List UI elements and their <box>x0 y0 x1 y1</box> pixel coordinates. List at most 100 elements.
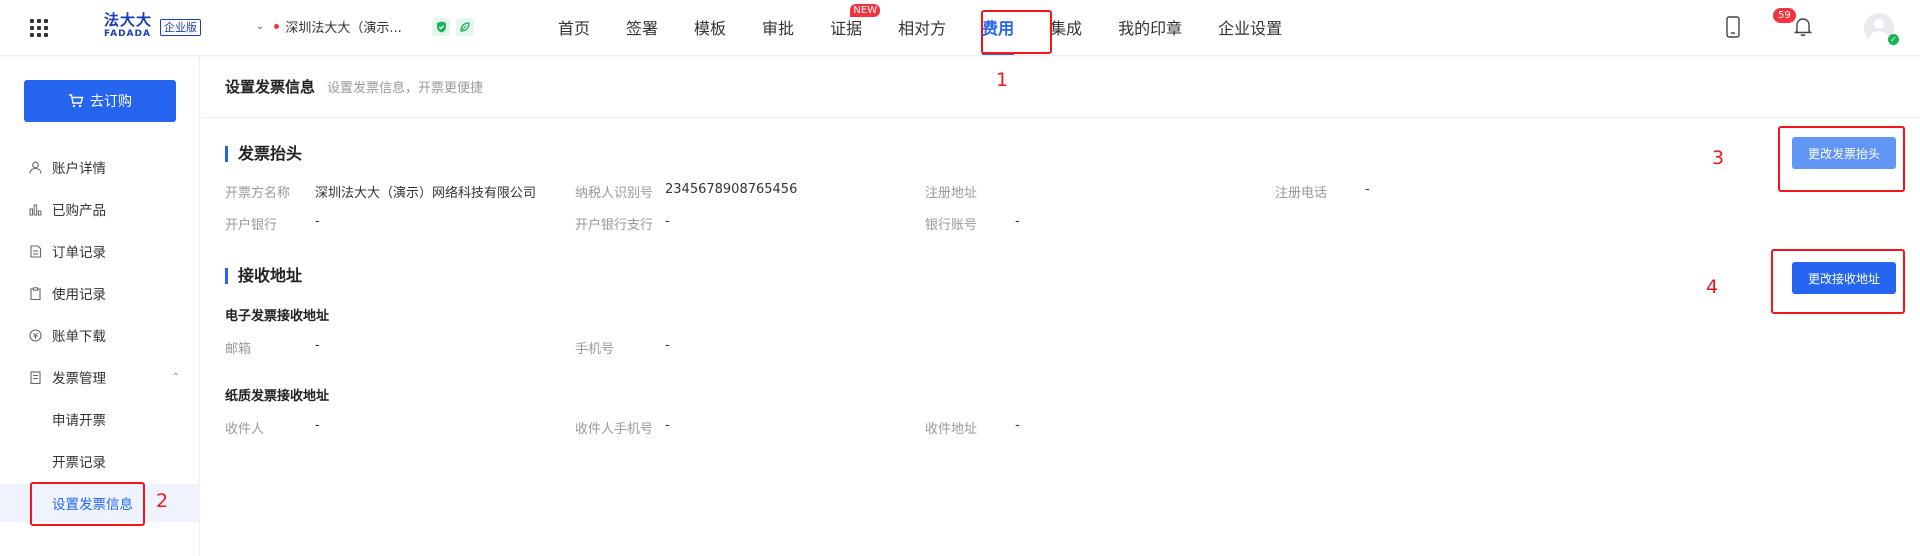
field-value: - <box>665 338 670 353</box>
main-content: 设置发票信息 设置发票信息，开票更便捷 发票抬头 开票方名称 深圳法大大（演示）… <box>201 56 1920 556</box>
sidebar-item-label: 申请开票 <box>52 413 106 429</box>
nav-counterparty[interactable]: 相对方 <box>880 0 964 56</box>
field-key: 收件地址 <box>925 422 978 437</box>
field-value: - <box>315 214 320 229</box>
page-title: 设置发票信息 <box>225 78 316 96</box>
bill-icon <box>28 328 42 342</box>
nav-approval[interactable]: 审批 <box>744 0 812 56</box>
nav-label: 企业设置 <box>1218 19 1283 38</box>
user-icon <box>28 160 42 174</box>
field-value: - <box>315 418 320 433</box>
annotation-box-2 <box>30 482 145 526</box>
nav-label: 证据 <box>830 19 863 38</box>
address-field: 邮箱 - <box>225 338 320 357</box>
sidebar-item-label: 账单下载 <box>52 329 106 345</box>
clipboard-icon <box>28 286 42 300</box>
status-dot-icon <box>274 24 280 29</box>
field-key: 收件人手机号 <box>575 422 654 437</box>
invoice-field: 开票方名称 深圳法大大（演示）网络科技有限公司 <box>225 182 536 201</box>
leaf-icon[interactable] <box>456 18 474 36</box>
nav-my-seals[interactable]: 我的印章 <box>1100 0 1200 56</box>
annotation-box-3 <box>1778 126 1905 192</box>
bell-icon[interactable] <box>1793 17 1813 41</box>
field-key: 邮箱 <box>225 342 252 357</box>
sidebar-item-usage-records[interactable]: 使用记录 <box>0 274 200 312</box>
sidebar-item-label: 订单记录 <box>52 245 106 261</box>
sidebar-item-invoice-management[interactable]: 发票管理 ⌃ <box>0 358 200 396</box>
field-key: 注册电话 <box>1275 186 1328 201</box>
nav-evidence[interactable]: 证据 NEW <box>812 0 881 56</box>
sidebar-item-label: 账户详情 <box>52 161 106 177</box>
cart-icon <box>69 94 84 108</box>
verified-shield-icon[interactable] <box>432 18 450 36</box>
address-field: 手机号 - <box>575 338 670 357</box>
field-value: - <box>665 214 670 229</box>
nav-label: 模板 <box>694 19 727 38</box>
notification-count-badge: 59 <box>1773 8 1796 23</box>
nav-label: 签署 <box>626 19 659 38</box>
electronic-address-title: 电子发票接收地址 <box>225 309 330 324</box>
sidebar-item-bill-download[interactable]: 账单下载 <box>0 316 200 354</box>
invoice-field: 银行账号 - <box>925 214 1020 233</box>
invoice-field: 注册电话 - <box>1275 182 1370 201</box>
nav-label: 集成 <box>1050 19 1083 38</box>
main-nav: 首页 签署 模板 审批 证据 NEW 相对方 费用 集成 我的印章 企业设置 <box>540 0 1300 56</box>
nav-template[interactable]: 模板 <box>676 0 744 56</box>
nav-sign[interactable]: 签署 <box>608 0 676 56</box>
field-key: 开户银行 <box>225 218 278 233</box>
chevron-up-icon[interactable]: ⌃ <box>172 372 180 383</box>
edition-badge: 企业版 <box>160 19 201 36</box>
sidebar: 去订购 账户详情 已购产品 订单记录 使用记录 账单下载 发票管理 ⌃ 申请开票… <box>0 56 200 556</box>
field-key: 纳税人识别号 <box>575 186 654 201</box>
field-value: 2345678908765456 <box>665 182 798 197</box>
address-field: 收件人手机号 - <box>575 418 670 437</box>
annotation-number-3: 3 <box>1712 147 1725 169</box>
sidebar-item-invoice-records[interactable]: 开票记录 <box>0 442 200 480</box>
address-field: 收件人 - <box>225 418 320 437</box>
field-value: - <box>1015 214 1020 229</box>
chevron-down-icon: ⌄ <box>256 21 265 32</box>
nav-label: 相对方 <box>898 19 947 38</box>
sidebar-item-order-records[interactable]: 订单记录 <box>0 232 200 270</box>
field-value: - <box>1365 182 1370 197</box>
annotation-number-1: 1 <box>996 69 1009 91</box>
sidebar-item-label: 发票管理 <box>52 371 106 387</box>
top-bar: 法大大 FADADA 企业版 ⌄ 深圳法大大（演示... 首页 签署 模板 审批… <box>0 0 1920 56</box>
sidebar-item-account-details[interactable]: 账户详情 <box>0 148 200 186</box>
nav-label: 审批 <box>762 19 795 38</box>
mobile-icon[interactable] <box>1726 16 1740 42</box>
invoice-field: 开户银行 - <box>225 214 320 233</box>
nav-label: 我的印章 <box>1118 19 1183 38</box>
field-key: 开票方名称 <box>225 186 291 201</box>
logo-text-cn: 法大大 <box>104 11 153 29</box>
address-field: 收件地址 - <box>925 418 1020 437</box>
app-grid-icon[interactable] <box>30 19 48 37</box>
field-key: 银行账号 <box>925 218 978 233</box>
order-icon <box>28 244 42 258</box>
field-key: 收件人 <box>225 422 265 437</box>
field-key: 开户银行支行 <box>575 218 654 233</box>
annotation-number-4: 4 <box>1706 276 1719 298</box>
annotation-number-2: 2 <box>156 490 169 512</box>
logo-text-en: FADADA <box>104 29 151 39</box>
fadada-logo[interactable]: 法大大 FADADA <box>104 12 152 40</box>
sidebar-item-label: 已购产品 <box>52 203 106 219</box>
nav-enterprise-settings[interactable]: 企业设置 <box>1200 0 1300 56</box>
annotation-box-1 <box>981 10 1052 54</box>
sidebar-item-label: 使用记录 <box>52 287 106 303</box>
address-title: 接收地址 <box>225 268 302 284</box>
buy-button[interactable]: 去订购 <box>24 80 176 122</box>
company-switcher[interactable]: ⌄ 深圳法大大（演示... <box>256 17 402 36</box>
invoice-field: 注册地址 <box>925 182 1015 201</box>
page-subtitle: 设置发票信息，开票更便捷 <box>327 81 484 96</box>
field-value: - <box>665 418 670 433</box>
field-value: 深圳法大大（演示）网络科技有限公司 <box>315 186 537 201</box>
nav-home[interactable]: 首页 <box>540 0 608 56</box>
invoice-icon <box>28 370 42 384</box>
nav-label: 首页 <box>558 19 591 38</box>
paper-address-title: 纸质发票接收地址 <box>225 389 330 404</box>
sidebar-item-label: 开票记录 <box>52 455 106 471</box>
sidebar-item-apply-invoice[interactable]: 申请开票 <box>0 400 200 438</box>
bar-chart-icon <box>28 202 42 216</box>
sidebar-item-purchased-products[interactable]: 已购产品 <box>0 190 200 228</box>
